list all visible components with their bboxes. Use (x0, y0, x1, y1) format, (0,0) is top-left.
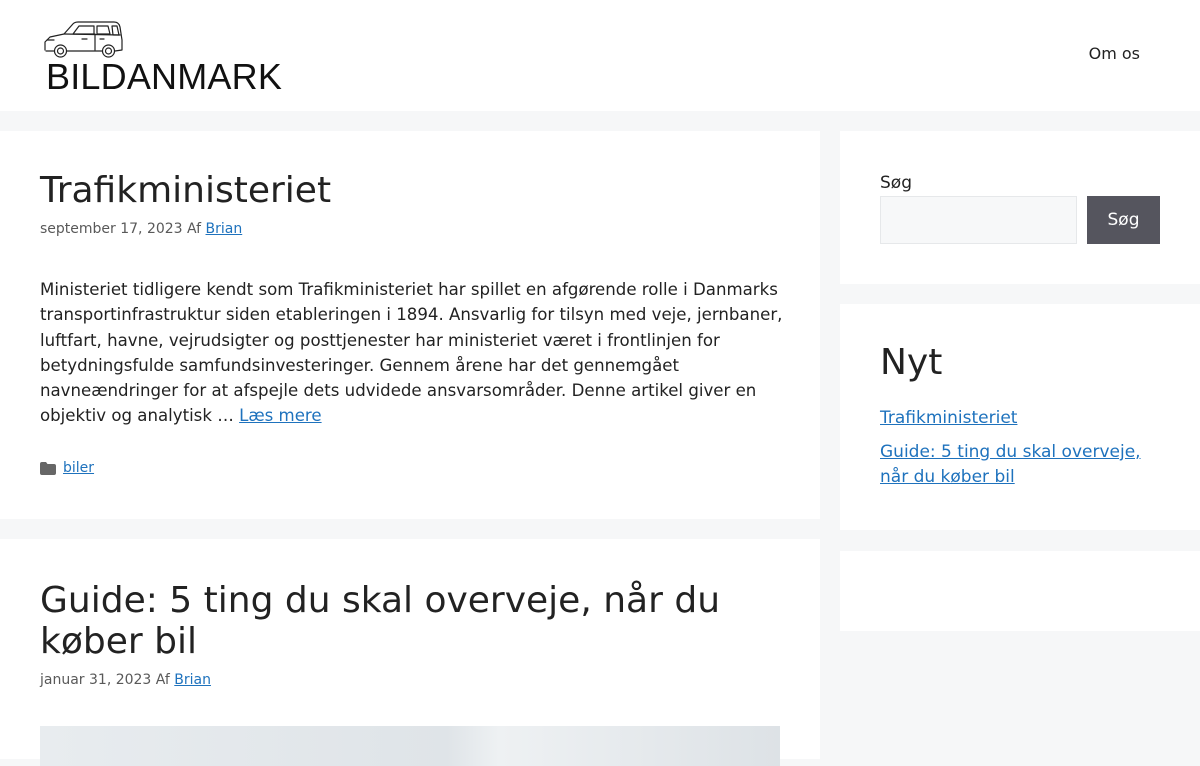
empty-widget (840, 551, 1200, 631)
search-button[interactable]: Søg (1087, 196, 1160, 244)
post-author-link[interactable]: Brian (206, 221, 243, 237)
post-summary: Ministeriet tidligere kendt som Trafikmi… (40, 277, 785, 429)
post-author-link[interactable]: Brian (174, 672, 211, 688)
nav-item-om-os[interactable]: Om os (1089, 44, 1140, 63)
recent-posts-list: Trafikministeriet Guide: 5 ting du skal … (880, 406, 1170, 499)
post-title[interactable]: Trafikministeriet (40, 170, 780, 211)
post-card: Guide: 5 ting du skal overveje, når du k… (0, 539, 820, 766)
search-input[interactable] (880, 196, 1077, 244)
featured-image[interactable] (40, 726, 780, 766)
recent-post-link[interactable]: Guide: 5 ting du skal overveje, når du k… (880, 442, 1141, 487)
site-title: BILDANMARK (46, 56, 283, 97)
search-widget: Søg Søg (840, 131, 1200, 284)
list-item: Trafikministeriet (880, 406, 1170, 431)
post-byline-label: Af (155, 672, 170, 688)
post-meta: januar 31, 2023 Af Brian (40, 672, 211, 688)
search-label: Søg (880, 173, 912, 193)
folder-icon (40, 462, 56, 475)
list-item: Guide: 5 ting du skal overveje, når du k… (880, 440, 1170, 490)
recent-post-link[interactable]: Trafikministeriet (880, 408, 1017, 428)
site-header: BILDANMARK Om os (0, 0, 1200, 111)
post-summary-text: Ministeriet tidligere kendt som Trafikmi… (40, 280, 783, 426)
post-date: januar 31, 2023 (40, 672, 152, 688)
category-link[interactable]: biler (63, 460, 94, 476)
recent-posts-title: Nyt (880, 342, 943, 383)
read-more-link[interactable]: Læs mere (239, 406, 322, 425)
post-title[interactable]: Guide: 5 ting du skal overveje, når du k… (40, 580, 780, 662)
post-byline-label: Af (187, 221, 202, 237)
recent-posts-widget: Nyt Trafikministeriet Guide: 5 ting du s… (840, 304, 1200, 530)
post-meta: september 17, 2023 Af Brian (40, 221, 242, 237)
post-card: Trafikministeriet september 17, 2023 Af … (0, 131, 820, 519)
post-date: september 17, 2023 (40, 221, 183, 237)
site-logo[interactable]: BILDANMARK (42, 18, 282, 98)
